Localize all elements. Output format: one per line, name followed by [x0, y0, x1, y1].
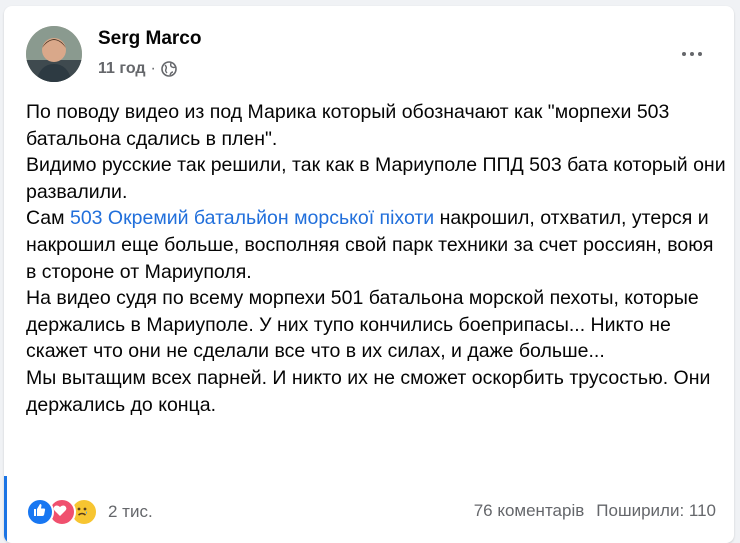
dot-icon — [690, 52, 694, 56]
post-text: Сам — [26, 207, 70, 230]
post-paragraph: Сам 503 Окремий батальйон морської піхот… — [26, 205, 726, 285]
avatar-image — [26, 26, 82, 82]
post-paragraph: На видео судя по всему морпехи 501 батал… — [26, 287, 699, 363]
post-body: По поводу видео из под Марика который об… — [26, 99, 726, 418]
post-stats: 76 коментарів Поширили: 110 — [474, 501, 716, 521]
reaction-count: 2 тис. — [108, 502, 153, 521]
like-icon — [26, 498, 54, 526]
more-options-button[interactable] — [674, 36, 710, 72]
post-card: Serg Marco 11 год · По поводу видео из п… — [4, 6, 734, 543]
dot-icon — [698, 52, 702, 56]
post-time[interactable]: 11 год — [98, 60, 146, 78]
comments-count[interactable]: 76 коментарів — [474, 501, 585, 521]
globe-icon — [161, 61, 177, 77]
page-link[interactable]: 503 Окремий батальйон морської піхоти — [70, 207, 434, 229]
avatar[interactable] — [26, 26, 82, 82]
post-paragraph: Видимо русские так решили, так как в Мар… — [26, 154, 726, 203]
shares-count[interactable]: Поширили: 110 — [596, 501, 716, 521]
post-footer: 2 тис. 76 коментарів Поширили: 110 — [4, 484, 734, 532]
post-paragraph: По поводу видео из под Марика который об… — [26, 101, 670, 150]
dot-icon — [682, 52, 686, 56]
post-paragraph: Мы вытащим всех парней. И никто их не см… — [26, 366, 711, 416]
post-meta: 11 год · — [98, 60, 177, 78]
post-header: Serg Marco 11 год · — [22, 24, 714, 86]
reactions-summary[interactable]: 2 тис. — [26, 498, 153, 526]
meta-separator: · — [150, 60, 156, 77]
author-name[interactable]: Serg Marco — [98, 28, 201, 50]
